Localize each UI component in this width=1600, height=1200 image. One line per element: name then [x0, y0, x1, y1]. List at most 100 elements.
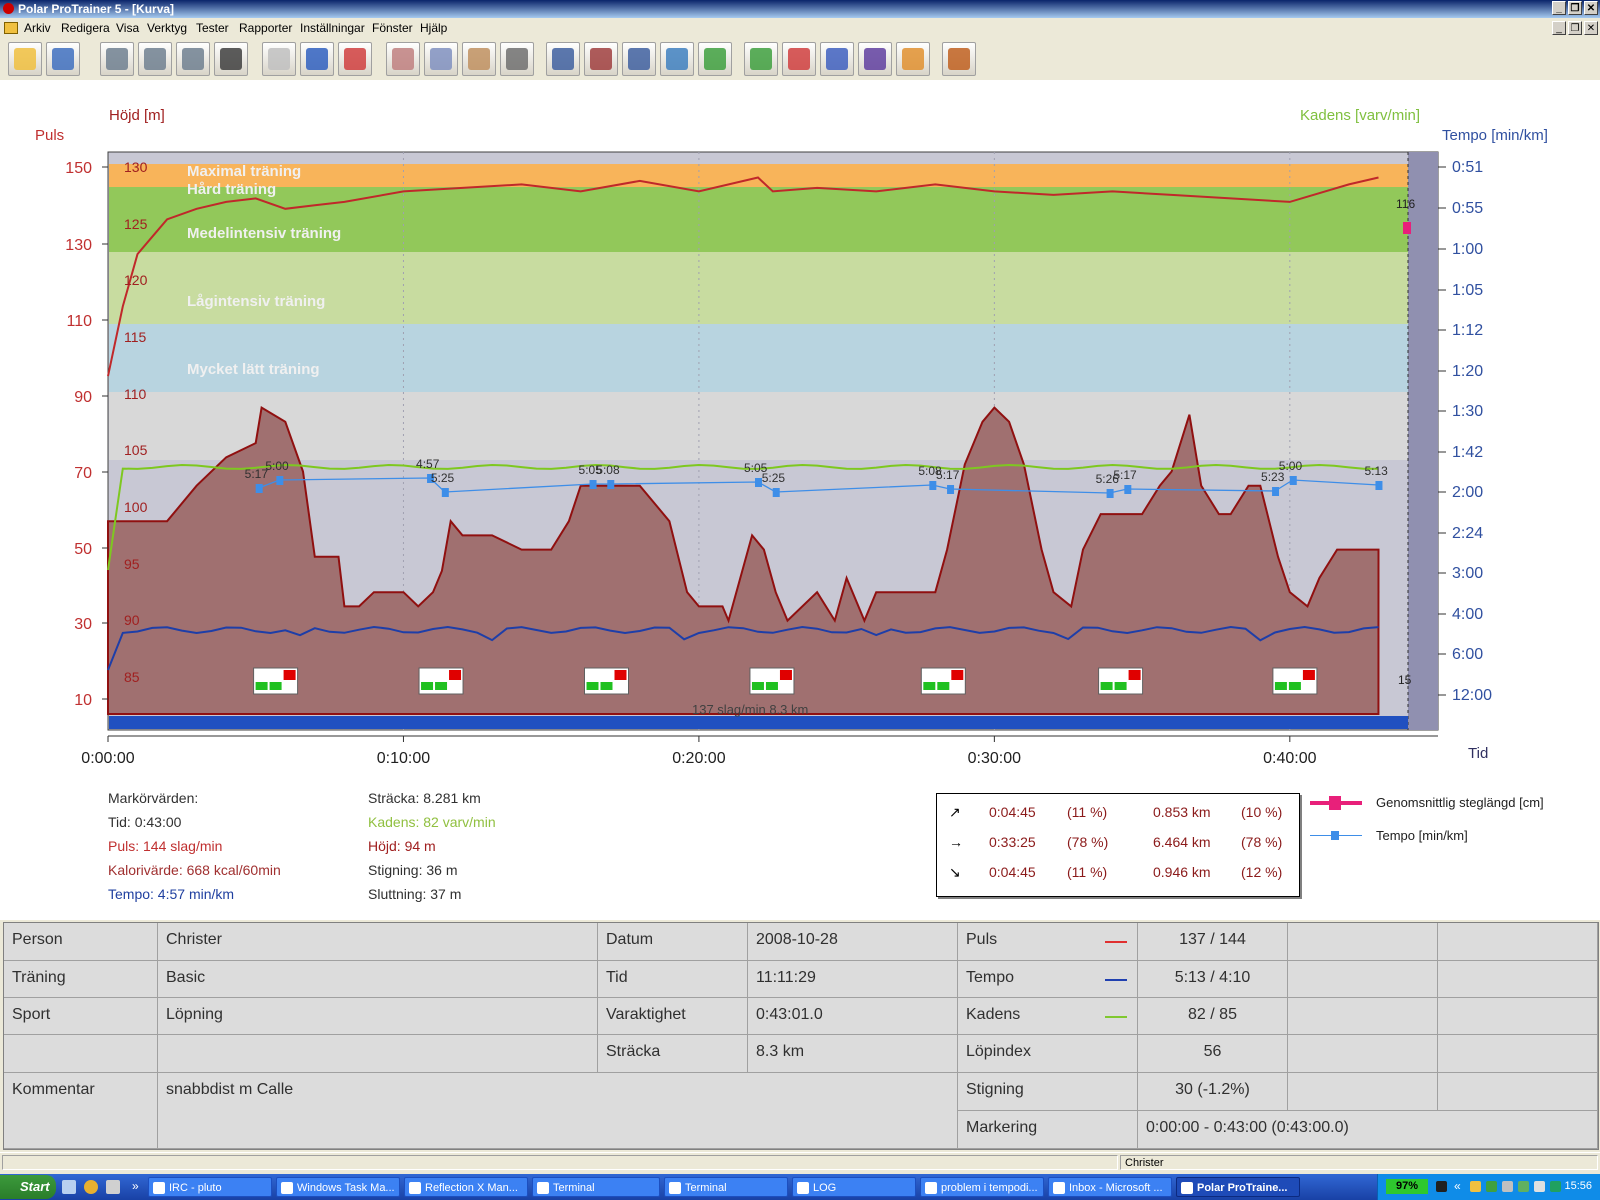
tray-app-icon[interactable]: [1534, 1181, 1545, 1192]
book-button[interactable]: [300, 42, 334, 76]
tray-app-icon[interactable]: [1470, 1181, 1481, 1192]
info-marker-button[interactable]: [622, 42, 656, 76]
user-icon: [344, 48, 366, 70]
document-icon[interactable]: [4, 22, 18, 34]
user-button[interactable]: [338, 42, 372, 76]
zoom-1to1-button[interactable]: [546, 42, 580, 76]
hojd-tick-label: 85: [124, 669, 140, 685]
taskbar-item[interactable]: LOG: [792, 1177, 916, 1197]
bar-chart-button[interactable]: [424, 42, 458, 76]
mdi-restore-button[interactable]: ❐: [1568, 21, 1582, 35]
taskbar-item[interactable]: IRC - pluto: [148, 1177, 272, 1197]
menu-verktyg[interactable]: Verktyg: [147, 21, 187, 35]
info-graph-button[interactable]: [584, 42, 618, 76]
tray-app-icon[interactable]: [1518, 1181, 1529, 1192]
mdi-close-button[interactable]: ✕: [1584, 21, 1598, 35]
tray-app-icon[interactable]: [1486, 1181, 1497, 1192]
people-button[interactable]: [942, 42, 976, 76]
show-desktop-icon[interactable]: [62, 1180, 76, 1194]
sync-transfer-button[interactable]: [100, 42, 134, 76]
zone-label: Maximal träning: [187, 163, 301, 180]
settings-transfer-button[interactable]: [138, 42, 172, 76]
people-icon: [948, 48, 970, 70]
close-button[interactable]: ✕: [1584, 1, 1598, 15]
open-folder-button[interactable]: [8, 42, 42, 76]
clock[interactable]: 15:56: [1564, 1180, 1592, 1192]
taskbar-item[interactable]: problem i tempodi...: [920, 1177, 1044, 1197]
lap-flag-green: [751, 682, 764, 690]
table-button[interactable]: [500, 42, 534, 76]
sport-value[interactable]: Löpning: [158, 998, 598, 1035]
time-tick-label: 0:40:00: [1263, 750, 1316, 767]
tempo-label-text: Tempo: [966, 969, 1015, 986]
browser-quicklaunch-icon[interactable]: [84, 1180, 98, 1194]
menu-fonster[interactable]: Fönster: [372, 21, 413, 35]
lap-flag-red: [951, 670, 964, 680]
menu-bar: Arkiv Redigera Visa Verktyg Tester Rappo…: [0, 18, 1600, 39]
taskbar-item[interactable]: Polar ProTraine...: [1176, 1177, 1300, 1197]
restore-button[interactable]: ❐: [1568, 1, 1582, 15]
table-icon: [506, 48, 528, 70]
web-transfer-button[interactable]: [176, 42, 210, 76]
lap-label: 5:08: [596, 463, 620, 477]
time-tick-label: 0:20:00: [672, 750, 725, 767]
quicklaunch-icon[interactable]: [106, 1180, 120, 1194]
menu-visa[interactable]: Visa: [116, 21, 139, 35]
stigning-label: Stigning: [958, 1073, 1138, 1111]
lap-flag-red: [614, 670, 627, 680]
menu-redigera[interactable]: Redigera: [61, 21, 110, 35]
kadens-label-text: Kadens: [966, 1006, 1021, 1023]
lap-timer-button[interactable]: [660, 42, 694, 76]
minimize-button[interactable]: _: [1552, 1, 1566, 15]
tray-expand-icon[interactable]: «: [1454, 1179, 1461, 1193]
zone-2-button[interactable]: [782, 42, 816, 76]
taskbar-item[interactable]: Terminal: [532, 1177, 660, 1197]
tray-app-icon[interactable]: [1502, 1181, 1513, 1192]
empty-cell: [1288, 923, 1438, 961]
summary-time: 0:33:25: [989, 834, 1036, 850]
mdi-minimize-button[interactable]: _: [1552, 21, 1566, 35]
menu-installningar[interactable]: Inställningar: [300, 21, 365, 35]
taskbar-item[interactable]: Inbox - Microsoft ...: [1048, 1177, 1172, 1197]
lap-flag-green: [1114, 682, 1127, 690]
zone-1-button[interactable]: [744, 42, 778, 76]
percent-chart-button[interactable]: [462, 42, 496, 76]
menu-hjalp[interactable]: Hjälp: [420, 21, 447, 35]
battery-indicator[interactable]: 97%: [1386, 1179, 1428, 1194]
lap-marker: [929, 481, 937, 490]
status-bar: Christer: [0, 1152, 1600, 1173]
marker-stracka: Sträcka: 8.281 km: [368, 790, 481, 806]
tray-app-icon[interactable]: [1550, 1181, 1561, 1192]
zone-4-button[interactable]: [858, 42, 892, 76]
zone-3-button[interactable]: [820, 42, 854, 76]
person-value[interactable]: Christer: [158, 923, 598, 961]
bar-chart-icon: [430, 48, 452, 70]
graph-line-button[interactable]: [386, 42, 420, 76]
zoom-1to1-icon: [552, 48, 574, 70]
marker-hojd: Höjd: 94 m: [368, 838, 436, 854]
save-disk-button[interactable]: [46, 42, 80, 76]
menu-arkiv[interactable]: Arkiv: [24, 21, 51, 35]
taskbar-item[interactable]: Terminal: [664, 1177, 788, 1197]
taskbar-item[interactable]: Reflection X Man...: [404, 1177, 528, 1197]
power-plug-icon[interactable]: [1436, 1181, 1447, 1192]
zone-5-button[interactable]: [896, 42, 930, 76]
watch-icon: [220, 48, 242, 70]
calendar-button[interactable]: [262, 42, 296, 76]
start-button[interactable]: Start: [0, 1175, 56, 1199]
kommentar-value[interactable]: snabbdist m Calle: [158, 1073, 958, 1149]
calendar-icon: [268, 48, 290, 70]
menu-rapporter[interactable]: Rapporter: [239, 21, 292, 35]
menu-tester[interactable]: Tester: [196, 21, 229, 35]
taskbar-item[interactable]: Windows Task Ma...: [276, 1177, 400, 1197]
stracka-label: Sträcka: [598, 1035, 748, 1073]
zone-5-icon: [902, 48, 924, 70]
traning-value[interactable]: Basic: [158, 961, 598, 998]
multi-curve-button[interactable]: [698, 42, 732, 76]
stracka-value: 8.3 km: [748, 1035, 958, 1073]
quicklaunch-expand-icon[interactable]: »: [132, 1179, 139, 1193]
app-icon: [537, 1182, 549, 1194]
hojd-tick-label: 100: [124, 499, 148, 515]
watch-button[interactable]: [214, 42, 248, 76]
kadens-axis-label: Kadens [varv/min]: [1300, 107, 1421, 124]
